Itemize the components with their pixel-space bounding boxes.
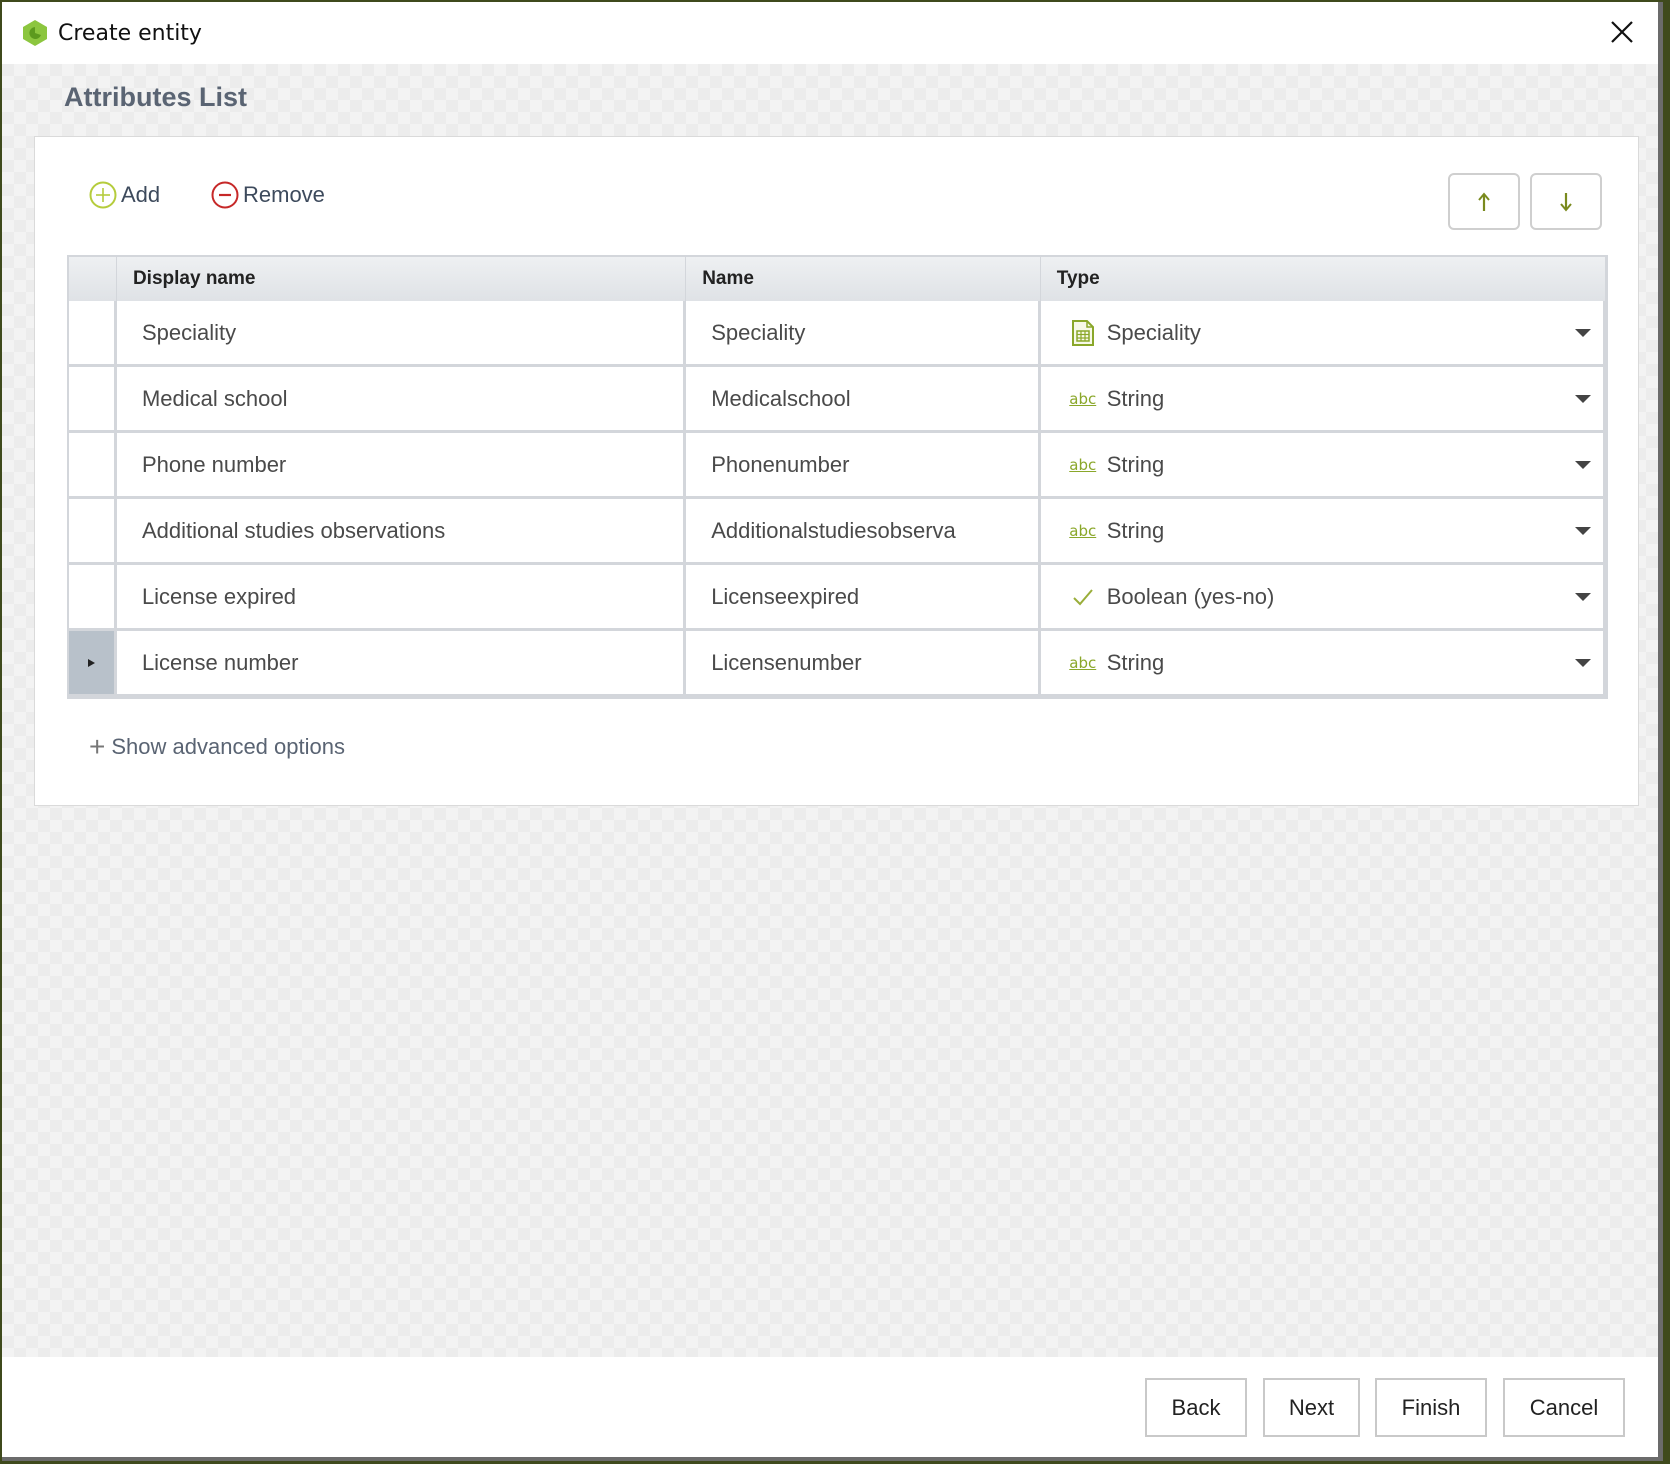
- checkmark-icon: [1069, 583, 1097, 611]
- section-title: Attributes List: [64, 82, 248, 112]
- show-advanced-options-link[interactable]: + Show advanced options: [89, 731, 345, 763]
- finish-button[interactable]: Finish: [1375, 1378, 1487, 1437]
- add-circle-icon: [89, 181, 117, 209]
- row-selector[interactable]: [69, 301, 117, 367]
- type-dropdown[interactable]: Speciality: [1040, 301, 1606, 367]
- next-button[interactable]: Next: [1263, 1378, 1360, 1437]
- type-value: String: [1106, 517, 1165, 543]
- header-selector: [69, 257, 117, 301]
- type-value: Boolean (yes-no): [1106, 583, 1275, 609]
- abc-icon: abc: [1069, 385, 1097, 413]
- type-dropdown[interactable]: abc String: [1040, 499, 1606, 565]
- close-icon[interactable]: [1608, 18, 1636, 46]
- table-row[interactable]: License number Licensenumber abc String: [69, 631, 1606, 697]
- row-selector[interactable]: [69, 433, 117, 499]
- display-name-cell[interactable]: License number: [116, 631, 687, 697]
- remove-button[interactable]: Remove: [211, 181, 325, 209]
- title-bar: Create entity: [2, 2, 1658, 64]
- back-button[interactable]: Back: [1145, 1378, 1247, 1437]
- attributes-panel: Add Remove Display name Name Type Specia…: [34, 136, 1639, 806]
- dropdown-arrow-icon[interactable]: [1575, 461, 1591, 469]
- type-dropdown[interactable]: abc String: [1040, 631, 1606, 697]
- row-selector[interactable]: [69, 499, 117, 565]
- display-name-cell[interactable]: Phone number: [116, 433, 687, 499]
- type-value: String: [1106, 451, 1165, 477]
- arrow-up-icon: [1478, 191, 1490, 211]
- app-logo-icon: [23, 20, 47, 46]
- dialog-footer: Back Next Finish Cancel: [2, 1357, 1658, 1457]
- grid-body: Speciality Speciality Speciality Medical…: [69, 301, 1606, 697]
- abc-glyph: abc: [1069, 521, 1097, 540]
- type-value: String: [1106, 385, 1165, 411]
- advanced-label: Show advanced options: [111, 734, 345, 759]
- attributes-grid: Display name Name Type Speciality Specia…: [67, 255, 1608, 699]
- move-up-button[interactable]: [1448, 173, 1520, 230]
- table-document-icon: [1069, 319, 1097, 347]
- header-display-name[interactable]: Display name: [117, 257, 687, 301]
- type-dropdown[interactable]: Boolean (yes-no): [1040, 565, 1606, 631]
- dropdown-arrow-icon[interactable]: [1575, 659, 1591, 667]
- create-entity-dialog: Create entity Attributes List Add Remove: [2, 2, 1663, 1461]
- type-dropdown[interactable]: abc String: [1040, 433, 1606, 499]
- abc-glyph: abc: [1069, 455, 1097, 474]
- window-title: Create entity: [58, 20, 202, 46]
- name-cell[interactable]: Medicalschool: [686, 367, 1041, 433]
- table-row[interactable]: Speciality Speciality Speciality: [69, 301, 1606, 367]
- table-row[interactable]: License expired Licenseexpired Boolean (…: [69, 565, 1606, 631]
- abc-icon: abc: [1069, 649, 1097, 677]
- type-value: Speciality: [1106, 319, 1201, 345]
- row-selector[interactable]: [69, 565, 117, 631]
- add-button[interactable]: Add: [89, 181, 160, 209]
- abc-glyph: abc: [1069, 389, 1097, 408]
- header-name[interactable]: Name: [686, 257, 1041, 301]
- name-cell[interactable]: Licensenumber: [686, 631, 1041, 697]
- row-selector[interactable]: [69, 367, 117, 433]
- arrow-down-icon: [1560, 192, 1572, 212]
- dropdown-arrow-icon[interactable]: [1575, 329, 1591, 337]
- name-cell[interactable]: Speciality: [686, 301, 1041, 367]
- move-down-button[interactable]: [1530, 173, 1602, 230]
- dropdown-arrow-icon[interactable]: [1575, 395, 1591, 403]
- grid-header: Display name Name Type: [69, 257, 1606, 301]
- plus-icon: +: [89, 731, 106, 762]
- cancel-button[interactable]: Cancel: [1503, 1378, 1625, 1437]
- name-cell[interactable]: Phonenumber: [686, 433, 1041, 499]
- add-label: Add: [121, 182, 161, 207]
- current-row-arrow-icon: [88, 658, 96, 667]
- table-row[interactable]: Phone number Phonenumber abc String: [69, 433, 1606, 499]
- abc-glyph: abc: [1069, 653, 1097, 672]
- abc-icon: abc: [1069, 451, 1097, 479]
- display-name-cell[interactable]: License expired: [116, 565, 687, 631]
- name-cell[interactable]: Licenseexpired: [686, 565, 1041, 631]
- display-name-cell[interactable]: Additional studies observations: [116, 499, 687, 565]
- display-name-cell[interactable]: Speciality: [116, 301, 687, 367]
- remove-label: Remove: [243, 182, 325, 207]
- remove-circle-icon: [211, 181, 239, 209]
- table-row[interactable]: Medical school Medicalschool abc String: [69, 367, 1606, 433]
- row-selector[interactable]: [69, 631, 117, 697]
- dropdown-arrow-icon[interactable]: [1575, 527, 1591, 535]
- name-cell[interactable]: Additionalstudiesobserva: [686, 499, 1041, 565]
- dropdown-arrow-icon[interactable]: [1575, 593, 1591, 601]
- abc-icon: abc: [1069, 517, 1097, 545]
- display-name-cell[interactable]: Medical school: [116, 367, 687, 433]
- table-row[interactable]: Additional studies observations Addition…: [69, 499, 1606, 565]
- type-value: String: [1106, 649, 1165, 675]
- type-dropdown[interactable]: abc String: [1040, 367, 1606, 433]
- header-type[interactable]: Type: [1041, 257, 1606, 301]
